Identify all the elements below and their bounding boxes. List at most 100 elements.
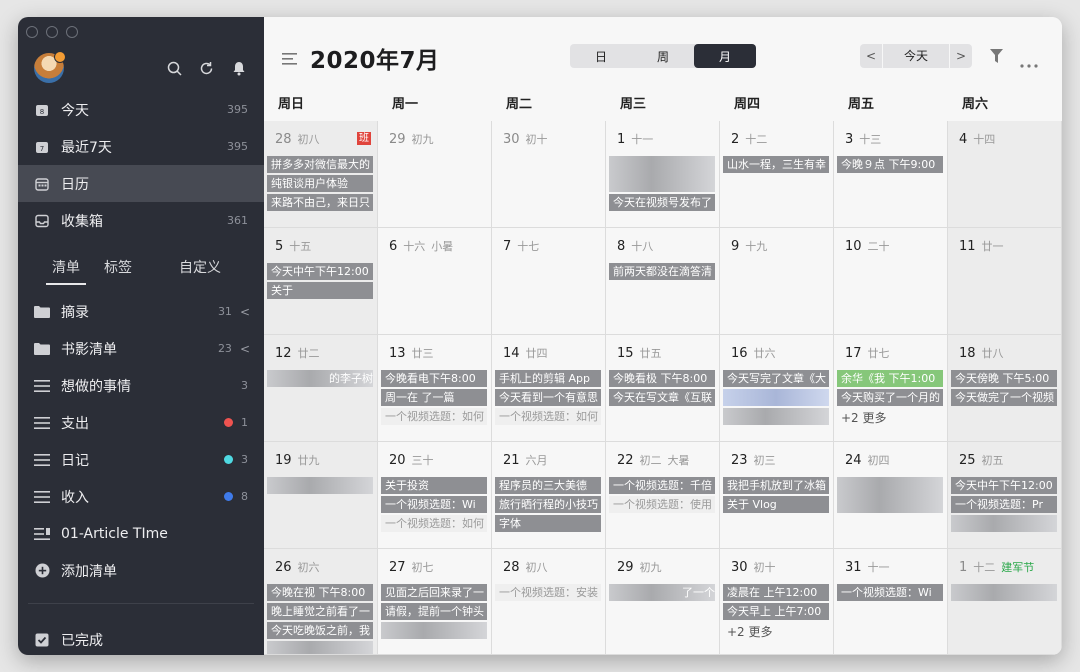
sidebar-item-inbox[interactable]: 收集箱 361	[18, 202, 264, 239]
calendar-event[interactable]	[723, 389, 829, 406]
calendar-day-cell[interactable]: 17 廿七 余华《我 下午1:00 今天购买了一个月的 +2 更多	[834, 335, 948, 442]
calendar-day-cell[interactable]: 28 初八 一个视频选题：安装	[492, 549, 606, 655]
today-button[interactable]: 今天	[882, 44, 950, 68]
calendar-day-cell[interactable]: 7 十七	[492, 228, 606, 335]
calendar-event[interactable]: 今晚９点 下午9:00	[837, 156, 943, 173]
sidebar-item-completed[interactable]: 已完成	[18, 621, 264, 655]
calendar-event[interactable]: 的李子树	[267, 370, 373, 387]
calendar-day-cell[interactable]: 12 廿二 的李子树	[264, 335, 378, 442]
calendar-day-cell[interactable]: 31 十一 一个视频选题：Wi	[834, 549, 948, 655]
chevron-left-icon[interactable]: <	[240, 305, 250, 319]
calendar-event[interactable]: 今天中午下午12:00	[267, 263, 373, 280]
calendar-day-cell[interactable]: 19 廿九	[264, 442, 378, 549]
calendar-event[interactable]	[951, 515, 1057, 532]
calendar-event[interactable]: 今晚看电下午8:00	[381, 370, 487, 387]
calendar-event[interactable]	[267, 641, 373, 654]
calendar-day-cell[interactable]: 29 初九 了一个	[606, 549, 720, 655]
calendar-event[interactable]: 旅行晒行程的小技巧	[495, 496, 601, 513]
calendar-event[interactable]	[951, 584, 1057, 601]
sidebar-item-expenses[interactable]: 支出 1	[18, 404, 264, 441]
calendar-event[interactable]: 今晚在视 下午8:00	[267, 584, 373, 601]
calendar-event[interactable]: 一个视频选题：使用	[609, 496, 715, 513]
calendar-event[interactable]: 凌晨在 上午12:00	[723, 584, 829, 601]
calendar-day-cell[interactable]: 28 初八 班拼多多对微信最大的 纯银谈用户体验 来路不由己，来日只	[264, 121, 378, 228]
previous-month-button[interactable]: <	[860, 49, 882, 63]
calendar-day-cell[interactable]: 18 廿八 今天傍晚 下午5:00 今天做完了一个视频	[948, 335, 1062, 442]
filter-icon[interactable]	[990, 48, 1003, 67]
calendar-day-cell[interactable]: 22 初二 大暑 一个视频选题：千倍 一个视频选题：使用	[606, 442, 720, 549]
calendar-event[interactable]: 今天做完了一个视频	[951, 389, 1057, 406]
calendar-day-cell[interactable]: 1 十二 建军节	[948, 549, 1062, 655]
calendar-event[interactable]: 晚上睡觉之前看了一	[267, 603, 373, 620]
calendar-event[interactable]: 我把手机放到了冰箱	[723, 477, 829, 494]
calendar-event[interactable]: 今天看到一个有意思	[495, 389, 601, 406]
calendar-event[interactable]: 关于 Vlog	[723, 496, 829, 513]
calendar-event[interactable]: 今天中午下午12:00	[951, 477, 1057, 494]
calendar-day-cell[interactable]: 4 十四	[948, 121, 1062, 228]
calendar-event[interactable]	[267, 477, 373, 494]
calendar-day-cell[interactable]: 24 初四	[834, 442, 948, 549]
calendar-day-cell[interactable]: 8 十八 前两天都没在滴答清	[606, 228, 720, 335]
calendar-event[interactable]: 字体	[495, 515, 601, 532]
sidebar-item-excerpts[interactable]: 摘录 31 <	[18, 293, 264, 330]
calendar-event[interactable]: 今天傍晚 下午5:00	[951, 370, 1057, 387]
calendar-event[interactable]: 一个视频选题：Pr	[951, 496, 1057, 513]
sidebar-item-article-time[interactable]: 01-Article TIme	[18, 515, 264, 552]
search-icon[interactable]	[165, 59, 183, 77]
tab-lists[interactable]: 清单	[52, 257, 80, 277]
calendar-day-cell[interactable]: 20 三十 关于投资 一个视频选题：Wi 一个视频选题：如何	[378, 442, 492, 549]
close-window-button[interactable]	[26, 26, 38, 38]
calendar-event[interactable]: 今天在写文章《互联	[609, 389, 715, 406]
calendar-event[interactable]: 一个视频选题：如何	[495, 408, 601, 425]
bell-icon[interactable]	[230, 59, 248, 77]
calendar-event[interactable]: 一个视频选题：Wi	[837, 584, 943, 601]
calendar-day-cell[interactable]: 23 初三 我把手机放到了冰箱 关于 Vlog	[720, 442, 834, 549]
calendar-day-cell[interactable]: 27 初七 见面之后回来录了一 请假，提前一个钟头	[378, 549, 492, 655]
calendar-day-cell[interactable]: 26 初六 今晚在视 下午8:00 晚上睡觉之前看了一 今天吃晚饭之前，我	[264, 549, 378, 655]
calendar-day-cell[interactable]: 3 十三 今晚９点 下午9:00	[834, 121, 948, 228]
calendar-event[interactable]: 见面之后回来录了一	[381, 584, 487, 601]
calendar-event[interactable]: 今天写完了文章《大	[723, 370, 829, 387]
sidebar-item-todo-wishes[interactable]: 想做的事情 3	[18, 367, 264, 404]
calendar-event[interactable]: 前两天都没在滴答清	[609, 263, 715, 280]
calendar-event[interactable]: 今天早上 上午7:00	[723, 603, 829, 620]
hamburger-menu-icon[interactable]	[282, 50, 297, 69]
calendar-day-cell[interactable]: 11 廿一	[948, 228, 1062, 335]
calendar-event[interactable]	[723, 408, 829, 425]
calendar-event[interactable]: 山水一程，三生有幸	[723, 156, 829, 173]
calendar-event[interactable]: 今晚看极 下午8:00	[609, 370, 715, 387]
view-month-button[interactable]: 月	[694, 44, 756, 68]
calendar-day-cell[interactable]: 16 廿六 今天写完了文章《大	[720, 335, 834, 442]
calendar-day-cell[interactable]: 2 十二 山水一程，三生有幸	[720, 121, 834, 228]
next-month-button[interactable]: >	[950, 49, 972, 63]
chevron-left-icon[interactable]: <	[240, 342, 250, 356]
calendar-day-cell[interactable]: 30 初十 凌晨在 上午12:00 今天早上 上午7:00 +2 更多	[720, 549, 834, 655]
calendar-event[interactable]: 手机上的剪辑 App	[495, 370, 601, 387]
sidebar-item-next-7-days[interactable]: 7 最近7天 395	[18, 128, 264, 165]
calendar-event[interactable]	[609, 156, 715, 192]
calendar-day-cell[interactable]: 21 六月 程序员的三大美德 旅行晒行程的小技巧 字体	[492, 442, 606, 549]
view-week-button[interactable]: 周	[632, 44, 694, 68]
calendar-day-cell[interactable]: 15 廿五 今晚看极 下午8:00 今天在写文章《互联	[606, 335, 720, 442]
calendar-day-cell[interactable]: 5 十五 今天中午下午12:00 关于	[264, 228, 378, 335]
calendar-day-cell[interactable]: 6 十六 小暑	[378, 228, 492, 335]
calendar-day-cell[interactable]: 25 初五 今天中午下午12:00 一个视频选题：Pr	[948, 442, 1062, 549]
zoom-window-button[interactable]	[66, 26, 78, 38]
calendar-event[interactable]: 今天吃晚饭之前，我	[267, 622, 373, 639]
tab-tags[interactable]: 标签	[104, 257, 132, 277]
more-events-link[interactable]: +2 更多	[727, 623, 773, 640]
calendar-event[interactable]: 一个视频选题：如何	[381, 515, 487, 532]
add-list-button[interactable]: 添加清单	[18, 552, 264, 589]
sidebar-item-calendar[interactable]: 日历	[18, 165, 264, 202]
calendar-event[interactable]: 周一在 了一篇	[381, 389, 487, 406]
calendar-event[interactable]: 关于投资	[381, 477, 487, 494]
calendar-day-cell[interactable]: 1 十一 今天在视频号发布了	[606, 121, 720, 228]
calendar-event[interactable]	[381, 622, 487, 639]
calendar-day-cell[interactable]: 10 二十	[834, 228, 948, 335]
calendar-day-cell[interactable]: 29 初九	[378, 121, 492, 228]
calendar-event[interactable]: 今天购买了一个月的	[837, 389, 943, 406]
calendar-event[interactable]: 程序员的三大美德	[495, 477, 601, 494]
minimize-window-button[interactable]	[46, 26, 58, 38]
calendar-event[interactable]: 今天在视频号发布了	[609, 194, 715, 211]
calendar-event[interactable]: 一个视频选题：安装	[495, 584, 601, 601]
